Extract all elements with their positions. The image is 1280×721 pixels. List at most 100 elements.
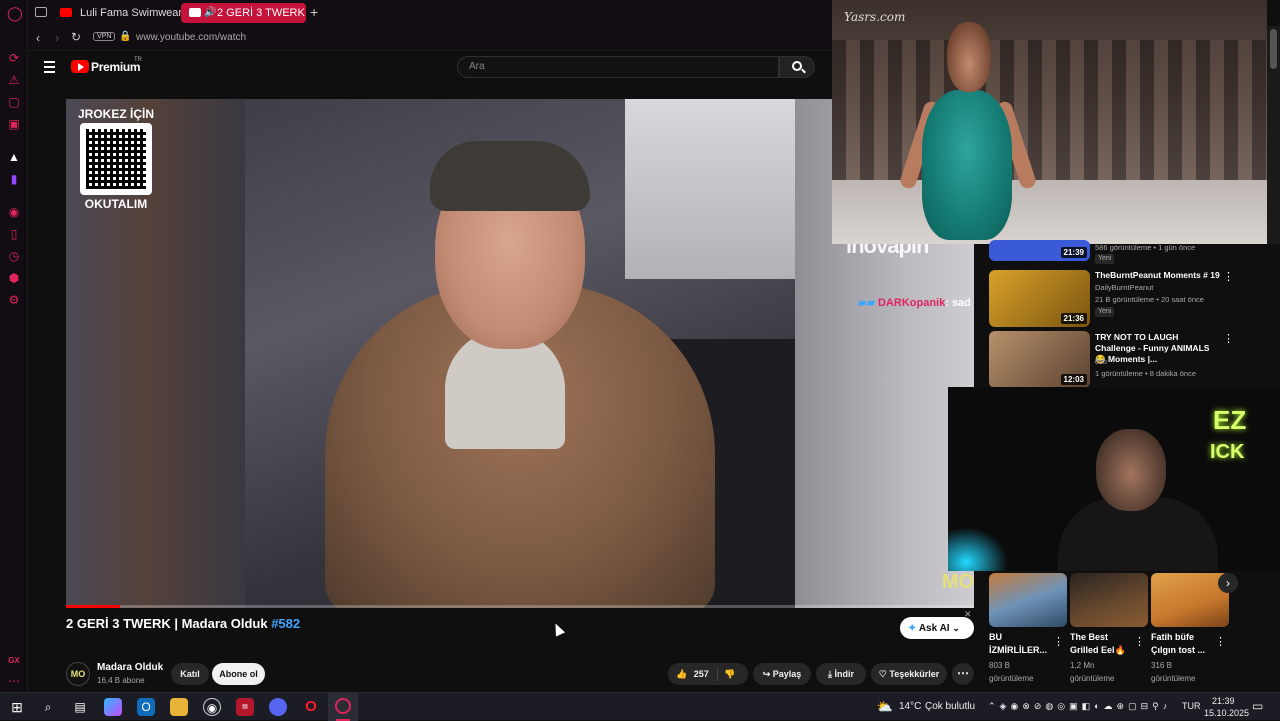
download-label: İndir — [834, 669, 855, 679]
neon-sign-top: EZ — [1213, 405, 1247, 435]
tab-label: 2 GERİ 3 TWERK | Ma — [217, 7, 306, 19]
like-dislike-group: 👍 257 👎 — [668, 663, 748, 685]
copilot-icon[interactable] — [104, 698, 122, 716]
like-count[interactable]: 257 — [694, 669, 709, 679]
channel-avatar[interactable]: MO — [66, 662, 90, 686]
shorts-next-icon[interactable]: › — [1218, 573, 1238, 593]
menu-hamburger-icon[interactable] — [44, 61, 55, 73]
discord-icon[interactable] — [269, 698, 287, 716]
clock-date[interactable]: 15.10.2025 — [1204, 708, 1249, 718]
short-thumbnail[interactable] — [1070, 573, 1148, 627]
twitch-icon[interactable]: ▮ — [7, 172, 21, 186]
tab-island-icon[interactable] — [35, 7, 47, 17]
messenger-icon[interactable]: ▢ — [7, 95, 21, 109]
url-text[interactable]: www.youtube.com/watch — [136, 32, 246, 43]
tab-bar: Luli Fama Swimwear Fas 🔊 2 GERİ 3 TWERK … — [28, 0, 833, 26]
rec-channel[interactable]: DailyBurntPeanut — [1095, 282, 1153, 293]
rec-thumbnail[interactable]: 21:39 — [989, 240, 1090, 261]
speaker-icon[interactable]: 🔊 — [204, 3, 216, 23]
outlook-icon[interactable]: O — [137, 698, 155, 716]
weather-temp[interactable]: 14°C — [899, 701, 921, 712]
settings-gear-icon[interactable]: ⚙ — [7, 293, 21, 307]
short-title[interactable]: Fatih büfe Çılgın tost ... — [1151, 631, 1215, 657]
subscribe-button[interactable]: Abone ol — [212, 663, 265, 685]
speed-dial-icon[interactable]: ⟳ — [7, 51, 21, 65]
dislike-icon[interactable]: 👎 — [724, 663, 735, 685]
overlay-watermark: Yasrs.com — [844, 10, 906, 24]
chevron-down-icon: ⌄ — [952, 623, 960, 633]
opera-gx-active[interactable] — [328, 693, 358, 721]
mouse-cursor-icon — [550, 621, 566, 637]
logo-text[interactable]: Premium — [91, 60, 141, 74]
more-dots-icon[interactable]: ⋯ — [7, 674, 21, 688]
qr-overlay: JROKEZ İÇİN OKUTALIM — [74, 107, 158, 219]
forward-icon[interactable]: › — [55, 31, 59, 45]
rec-more-icon[interactable]: ⋮ — [1223, 332, 1234, 345]
rgb-light — [948, 527, 1008, 571]
lock-icon[interactable]: 🔒 — [119, 31, 131, 42]
like-icon[interactable]: 👍 — [676, 669, 687, 679]
extensions-icon[interactable]: ⬢ — [7, 271, 21, 285]
rec-thumbnail[interactable]: 12:03 — [989, 331, 1090, 388]
player-icon[interactable]: ◉ — [7, 205, 21, 219]
history-icon[interactable]: ◷ — [7, 249, 21, 263]
short-title[interactable]: BU İZMİRLİLER... — [989, 631, 1053, 657]
streamer-face — [1096, 429, 1166, 511]
more-actions-icon[interactable]: ⋯ — [952, 663, 974, 685]
rec-title[interactable]: TheBurntPeanut Moments # 19 — [1095, 270, 1220, 281]
thanks-label: Teşekkürler — [889, 669, 940, 679]
youtube-logo-icon[interactable] — [71, 60, 89, 73]
rec-duration: 12:03 — [1060, 374, 1087, 385]
notification-icon[interactable]: ▭ — [1252, 699, 1263, 713]
gx-badge-icon[interactable]: GX — [7, 654, 21, 668]
channel-name[interactable]: Madara Olduk — [97, 662, 163, 673]
search-button[interactable] — [779, 56, 815, 78]
bookmarks-icon[interactable]: ▯ — [7, 227, 21, 241]
ask-ai-button[interactable]: ✦ Ask AI ⌄ — [900, 617, 974, 639]
short-title[interactable]: The Best Grilled Eel🔥 — [1070, 631, 1134, 657]
rec-duration: 21:39 — [1060, 247, 1087, 258]
reload-icon[interactable]: ↻ — [71, 30, 81, 44]
mail-icon[interactable]: ▣ — [7, 117, 21, 131]
clock-time[interactable]: 21:39 — [1212, 696, 1235, 706]
file-explorer-icon[interactable] — [170, 698, 188, 716]
opera-icon[interactable]: O — [302, 698, 320, 716]
chat-badge-icon: ▰▰ — [858, 297, 875, 309]
start-icon[interactable]: ⊞ — [8, 698, 26, 716]
short-more-icon[interactable]: ⋮ — [1053, 635, 1064, 648]
share-button[interactable]: ↪ Paylaş — [753, 663, 811, 685]
gx-control-icon[interactable]: ⚠ — [7, 73, 21, 87]
weather-icon[interactable]: ⛅ — [876, 698, 894, 716]
gx-corner-icon[interactable]: ▲ — [7, 150, 21, 164]
rec-more-icon[interactable]: ⋮ — [1223, 270, 1234, 283]
download-button[interactable]: ⤓ İndir — [816, 663, 866, 685]
task-view-icon[interactable]: ▤ — [71, 698, 89, 716]
weather-desc[interactable]: Çok bulutlu — [925, 701, 975, 712]
search-icon[interactable]: ⌕ — [39, 698, 57, 716]
logo-country: TR — [134, 57, 142, 63]
thanks-button[interactable]: ♡ Teşekkürler — [871, 663, 947, 685]
tray-icons[interactable]: ⌃◈◉⊗⊘◍◎▣◧◐☁⊕▢⊟⚲♪ — [988, 701, 1171, 712]
progress-bar[interactable] — [66, 605, 974, 608]
rec-channel[interactable]: catı — [1095, 356, 1107, 367]
short-more-icon[interactable]: ⋮ — [1215, 635, 1226, 648]
model-dress — [922, 90, 1012, 240]
app-icon[interactable]: ▤ — [236, 698, 254, 716]
back-icon[interactable]: ‹ — [36, 31, 40, 45]
tab-active-video[interactable]: 🔊 2 GERİ 3 TWERK | Ma — [181, 3, 306, 23]
rec-title[interactable]: TRY NOT TO LAUGH Challenge - Funny ANIMA… — [1095, 332, 1220, 365]
tab-luli-fama[interactable]: Luli Fama Swimwear Fas — [52, 3, 200, 23]
short-more-icon[interactable]: ⋮ — [1134, 635, 1145, 648]
opera-sidebar: ◯ ⟳ ⚠ ▢ ▣ ▲ ▮ ◉ ▯ ◷ ⬢ ⚙ GX ⋯ — [0, 0, 28, 692]
steam-icon[interactable]: ◉ — [203, 698, 221, 716]
rec-thumbnail[interactable]: 21:36 — [989, 270, 1090, 327]
new-tab-plus-icon[interactable]: + — [310, 4, 318, 20]
short-thumbnail[interactable] — [989, 573, 1067, 627]
search-input[interactable]: Ara — [457, 56, 779, 78]
join-button[interactable]: Katıl — [171, 663, 209, 685]
chat-user: DARKopanik — [877, 297, 946, 309]
opera-logo-icon[interactable]: ◯ — [7, 6, 23, 20]
vpn-badge[interactable]: VPN — [93, 32, 116, 41]
language-indicator[interactable]: TUR — [1182, 701, 1201, 711]
video-hashtag[interactable]: #582 — [271, 616, 300, 631]
